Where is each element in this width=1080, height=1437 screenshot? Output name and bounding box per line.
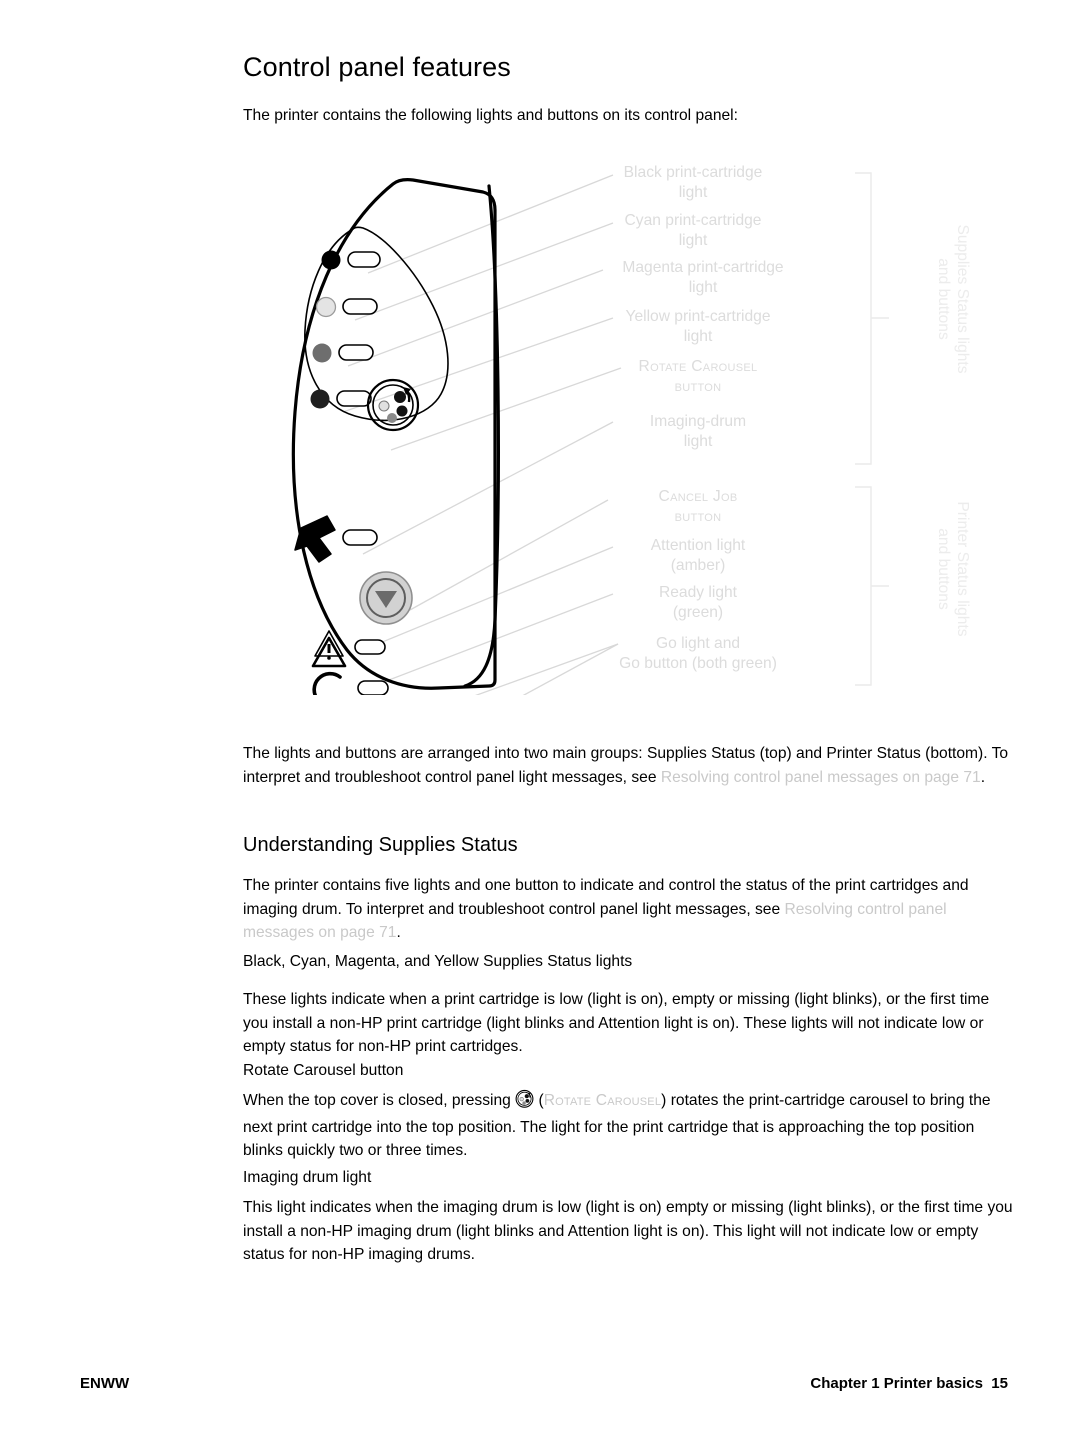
printer-status-bracket — [855, 486, 889, 686]
imaging-drum-led — [342, 529, 378, 546]
paragraph-two-main-groups-period: . — [980, 768, 986, 786]
group-brackets — [855, 172, 889, 686]
cyan-cartridge-led — [342, 298, 378, 315]
paragraph-cmyk-lights: These lights indicate when a print cartr… — [243, 991, 990, 1055]
yellow-cartridge-dot — [310, 389, 330, 409]
bracket-label-supplies-status: Supplies Status lights and buttons — [935, 224, 971, 374]
cross-reference-resolving-1[interactable]: Resolving control panel messages on page… — [661, 769, 981, 786]
rotate-carousel-button-icon — [366, 378, 420, 432]
rotate-carousel-icon — [515, 1089, 534, 1108]
magenta-cartridge-led — [338, 344, 374, 361]
yellow-cartridge-led — [336, 390, 372, 407]
rotate-carousel-smallcaps: Rotate Carousel — [543, 1092, 662, 1109]
supplies-status-bracket — [855, 172, 889, 465]
black-cartridge-led — [347, 251, 381, 268]
paragraph-imaging-drum: This light indicates when the imaging dr… — [243, 1199, 1013, 1263]
subheading-cmyk-supplies-lights: Black, Cyan, Magenta, and Yellow Supplie… — [243, 953, 633, 970]
ready-led — [357, 680, 389, 695]
paragraph-two-main-groups: The lights and buttons are arranged into… — [243, 742, 1018, 789]
paragraph-rotate-text-1: When the top cover is closed, pressing — [243, 1092, 516, 1109]
control-panel-figure: .ol { fill:none; stroke:#000; stroke-wid… — [243, 150, 1018, 695]
paragraph-five-lights-period: . — [396, 924, 401, 941]
cyan-cartridge-dot — [315, 296, 337, 318]
cartridge-indicators — [310, 250, 381, 409]
page-title: Control panel features — [243, 52, 511, 82]
cancel-job-button-icon — [359, 571, 413, 625]
black-cartridge-dot — [321, 250, 341, 270]
footer-right-chapter: Chapter 1 Printer basics 15 — [810, 1375, 1008, 1392]
control-panel-illustration: .ol { fill:none; stroke:#000; stroke-wid… — [291, 172, 889, 695]
paragraph-rotate-carousel: When the top cover is closed, pressing (… — [243, 1089, 1018, 1163]
attention-icon — [311, 630, 386, 668]
footer-left-enww: ENWW — [80, 1375, 130, 1392]
subheading-imaging-drum-light: Imaging drum light — [243, 1169, 372, 1186]
imaging-drum-icon — [294, 515, 378, 563]
attention-led — [354, 639, 386, 655]
heading-understanding-supplies-status: Understanding Supplies Status — [243, 834, 518, 856]
rotate-carousel-inline-icon — [515, 1089, 534, 1116]
subheading-rotate-carousel-button: Rotate Carousel button — [243, 1062, 404, 1079]
paragraph-five-lights: The printer contains five lights and one… — [243, 874, 1018, 945]
bracket-label-printer-status: Printer Status lights and buttons — [935, 501, 971, 637]
paragraph-rotate-paren-open: ( — [534, 1092, 544, 1109]
magenta-cartridge-dot — [312, 343, 332, 363]
intro-paragraph: The printer contains the following light… — [243, 107, 738, 124]
document-page: Control panel features The printer conta… — [0, 0, 1080, 1437]
